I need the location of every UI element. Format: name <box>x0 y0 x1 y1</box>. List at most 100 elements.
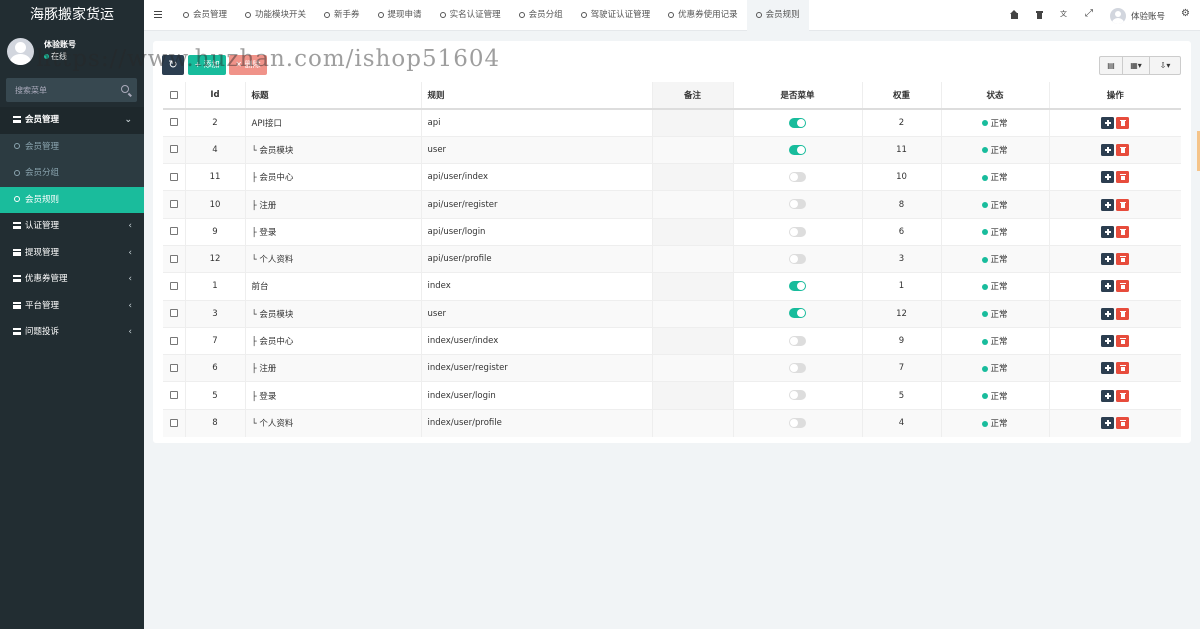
delete-row-icon[interactable] <box>1116 362 1130 375</box>
tab-realname-auth[interactable]: 实名认证管理 <box>431 0 510 31</box>
table-row[interactable]: 5 ├ 登录 index/user/login 5 正常 <box>163 381 1181 410</box>
brand-logo[interactable]: 海豚搬家货运 <box>0 0 144 31</box>
table-row[interactable]: 11 ├ 会员中心 api/user/index 10 正常 <box>163 163 1181 191</box>
add-child-icon[interactable] <box>1101 253 1115 266</box>
add-child-icon[interactable] <box>1101 362 1115 375</box>
row-checkbox[interactable] <box>163 408 186 437</box>
cell-status[interactable]: 正常 <box>941 381 1050 410</box>
ismenu-toggle[interactable] <box>789 417 806 428</box>
sidebar-subitem-member-rules[interactable]: 会员规则 <box>0 186 144 213</box>
add-child-icon[interactable] <box>1101 116 1115 129</box>
toggle-view-button[interactable]: ▤ <box>1099 56 1123 75</box>
row-checkbox[interactable] <box>163 217 186 246</box>
cell-status[interactable]: 正常 <box>941 135 1050 164</box>
export-button[interactable]: ⇩▾ <box>1149 56 1181 75</box>
menu-search-input[interactable] <box>6 78 116 102</box>
ismenu-toggle[interactable] <box>789 335 806 346</box>
trash-icon[interactable] <box>1027 0 1052 31</box>
tab-withdraw-request[interactable]: 提现申请 <box>369 0 431 31</box>
row-checkbox[interactable] <box>163 272 186 301</box>
delete-row-icon[interactable] <box>1116 417 1130 430</box>
add-child-icon[interactable] <box>1101 198 1115 211</box>
cell-status[interactable]: 正常 <box>941 217 1050 246</box>
table-row[interactable]: 4 └ 会员模块 user 11 正常 <box>163 135 1181 164</box>
cell-status[interactable]: 正常 <box>941 408 1050 437</box>
row-checkbox[interactable] <box>163 244 186 273</box>
language-icon[interactable] <box>1052 0 1077 31</box>
table-row[interactable]: 6 ├ 注册 index/user/register 7 正常 <box>163 354 1181 382</box>
add-child-icon[interactable] <box>1101 389 1115 402</box>
sidebar-item-platform-management[interactable]: 平台管理 ‹ <box>0 293 144 320</box>
delete-row-icon[interactable] <box>1116 116 1130 129</box>
gear-icon[interactable] <box>1175 0 1200 31</box>
ismenu-toggle[interactable] <box>789 363 806 374</box>
row-checkbox[interactable] <box>163 135 186 164</box>
cell-status[interactable]: 正常 <box>941 272 1050 301</box>
row-checkbox[interactable] <box>163 326 186 355</box>
add-child-icon[interactable] <box>1101 307 1115 320</box>
tab-feature-switch[interactable]: 功能模块开关 <box>236 0 315 31</box>
delete-row-icon[interactable] <box>1116 307 1130 320</box>
select-all-checkbox[interactable] <box>163 82 186 110</box>
top-user-name[interactable]: 体验账号 <box>1131 10 1165 22</box>
row-checkbox[interactable] <box>163 108 186 137</box>
ismenu-toggle[interactable] <box>789 199 806 210</box>
add-child-icon[interactable] <box>1101 280 1115 293</box>
cell-status[interactable]: 正常 <box>941 163 1050 191</box>
ismenu-toggle[interactable] <box>789 171 806 182</box>
sidebar-item-auth-management[interactable]: 认证管理 ‹ <box>0 213 144 240</box>
ismenu-toggle[interactable] <box>789 144 806 155</box>
row-checkbox[interactable] <box>163 381 186 410</box>
tab-license-auth[interactable]: 驾驶证认证管理 <box>572 0 660 31</box>
cell-status[interactable]: 正常 <box>941 326 1050 355</box>
tab-member-group[interactable]: 会员分组 <box>510 0 572 31</box>
column-header-id[interactable]: Id <box>185 82 246 110</box>
row-checkbox[interactable] <box>163 190 186 219</box>
delete-row-icon[interactable] <box>1116 335 1130 348</box>
tab-coupon-records[interactable]: 优惠券使用记录 <box>659 0 747 31</box>
tab-newbie-coupon[interactable]: 新手券 <box>315 0 369 31</box>
sidebar-item-coupon-management[interactable]: 优惠券管理 ‹ <box>0 266 144 293</box>
table-row[interactable]: 3 └ 会员模块 user 12 正常 <box>163 299 1181 328</box>
add-child-icon[interactable] <box>1101 225 1115 238</box>
tab-member-management[interactable]: 会员管理 <box>174 0 236 31</box>
ismenu-toggle[interactable] <box>789 117 806 128</box>
delete-row-icon[interactable] <box>1116 171 1130 184</box>
sidebar-item-withdraw-management[interactable]: 提现管理 ‹ <box>0 240 144 267</box>
search-icon[interactable] <box>121 85 129 93</box>
cell-status[interactable]: 正常 <box>941 244 1050 273</box>
table-row[interactable]: 12 └ 个人资料 api/user/profile 3 正常 <box>163 244 1181 273</box>
sidebar-subitem-member-management[interactable]: 会员管理 <box>0 133 144 160</box>
delete-button[interactable]: ✕ 删除 <box>229 55 267 75</box>
refresh-button[interactable] <box>162 55 184 75</box>
add-child-icon[interactable] <box>1101 417 1115 430</box>
row-checkbox[interactable] <box>163 354 186 382</box>
columns-button[interactable]: ▦▾ <box>1122 56 1150 75</box>
add-child-icon[interactable] <box>1101 335 1115 348</box>
table-row[interactable]: 8 └ 个人资料 index/user/profile 4 正常 <box>163 408 1181 437</box>
ismenu-toggle[interactable] <box>789 308 806 319</box>
cell-status[interactable]: 正常 <box>941 354 1050 382</box>
row-checkbox[interactable] <box>163 163 186 191</box>
add-button[interactable]: + 添加 <box>188 55 226 75</box>
menu-toggle-icon[interactable] <box>154 11 162 18</box>
delete-row-icon[interactable] <box>1116 143 1130 156</box>
row-checkbox[interactable] <box>163 299 186 328</box>
tab-member-rules[interactable]: 会员规则 <box>746 0 809 31</box>
sidebar-item-member-management[interactable]: 会员管理 ⌄ <box>0 107 144 134</box>
table-row[interactable]: 2 API接口 api 2 正常 <box>163 108 1181 137</box>
add-child-icon[interactable] <box>1101 171 1115 184</box>
table-row[interactable]: 7 ├ 会员中心 index/user/index 9 正常 <box>163 326 1181 355</box>
ismenu-toggle[interactable] <box>789 281 806 292</box>
delete-row-icon[interactable] <box>1116 225 1130 238</box>
delete-row-icon[interactable] <box>1116 280 1130 293</box>
home-icon[interactable] <box>1002 0 1027 31</box>
add-child-icon[interactable] <box>1101 143 1115 156</box>
table-row[interactable]: 1 前台 index 1 正常 <box>163 272 1181 301</box>
cell-status[interactable]: 正常 <box>941 299 1050 328</box>
table-row[interactable]: 9 ├ 登录 api/user/login 6 正常 <box>163 217 1181 246</box>
ismenu-toggle[interactable] <box>789 390 806 401</box>
ismenu-toggle[interactable] <box>789 226 806 237</box>
sidebar-item-complaints[interactable]: 问题投诉 ‹ <box>0 319 144 346</box>
delete-row-icon[interactable] <box>1116 253 1130 266</box>
